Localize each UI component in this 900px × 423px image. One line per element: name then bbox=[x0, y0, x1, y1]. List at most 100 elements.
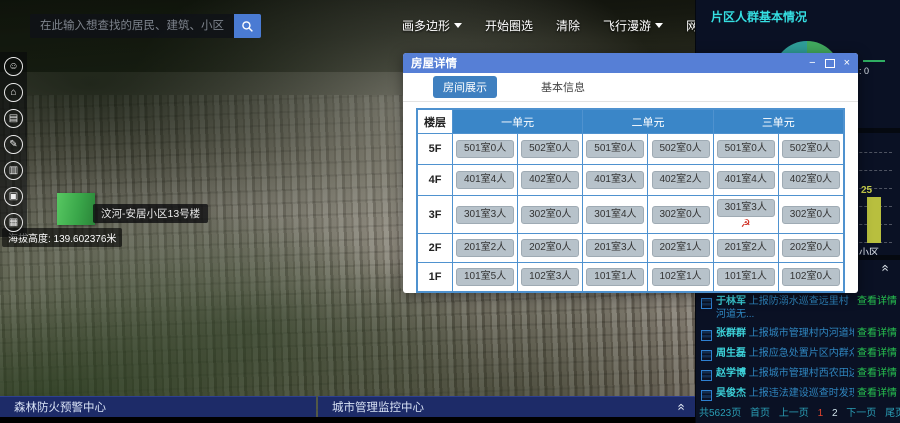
room-button[interactable]: 501室0人 bbox=[586, 140, 644, 158]
room-button[interactable]: 201室3人 bbox=[586, 239, 644, 257]
map-tool-grid[interactable]: ▦ bbox=[4, 213, 23, 232]
bar-community[interactable] bbox=[867, 197, 881, 243]
room-button[interactable]: 202室1人 bbox=[652, 239, 710, 257]
view-details-link[interactable]: 查看详情 bbox=[857, 295, 897, 308]
toolbar-draw-polygon[interactable]: 画多边形 bbox=[402, 17, 462, 34]
room-cell: 202室0人 bbox=[779, 234, 843, 262]
pagination-page-1[interactable]: 1 bbox=[818, 408, 824, 419]
toolbar-clear[interactable]: 清除 bbox=[556, 17, 580, 34]
report-item[interactable]: 赵学博 上报城市管理村西农田边上... 查看详情 bbox=[700, 367, 897, 381]
room-button[interactable]: 101室1人 bbox=[586, 268, 644, 286]
search-button[interactable] bbox=[234, 14, 261, 38]
bottom-bar-label: 森林防火预警中心 bbox=[14, 399, 106, 415]
bar-value-label: 25 bbox=[861, 185, 872, 196]
grid-icon: ▦ bbox=[9, 217, 18, 228]
room-button[interactable]: 402室2人 bbox=[652, 171, 710, 189]
tab-basic-info[interactable]: 基本信息 bbox=[531, 76, 595, 98]
room-table: 楼层 一单元 二单元 三单元 5F 501室0人 502室0人 501室0人 5… bbox=[416, 108, 845, 293]
view-details-link[interactable]: 查看详情 bbox=[857, 367, 897, 380]
room-cell: 302室0人 bbox=[779, 196, 843, 233]
collapse-chevron-icon[interactable]: « bbox=[879, 264, 891, 271]
view-details-link[interactable]: 查看详情 bbox=[857, 327, 897, 340]
room-button[interactable]: 102室1人 bbox=[652, 268, 710, 286]
room-cell: 401室4人 bbox=[714, 165, 778, 195]
pagination-page-2[interactable]: 2 bbox=[832, 408, 838, 419]
room-button[interactable]: 201室2人 bbox=[717, 239, 775, 257]
room-cell: 402室2人 bbox=[648, 165, 712, 195]
toolbar-fly-roam[interactable]: 飞行漫游 bbox=[603, 17, 663, 34]
floor-label: 3F bbox=[418, 196, 452, 233]
bottom-bar-forest-fire-center[interactable]: 森林防火预警中心 bbox=[0, 396, 316, 417]
room-button[interactable]: 101室1人 bbox=[717, 268, 775, 286]
minimize-button[interactable]: − bbox=[809, 58, 815, 69]
room-button[interactable]: 402室0人 bbox=[782, 171, 840, 189]
bottom-bar-city-monitor-center[interactable]: 城市管理监控中心 « bbox=[318, 396, 695, 417]
room-cell: 301室4人 bbox=[583, 196, 647, 233]
room-button[interactable]: 401室3人 bbox=[586, 171, 644, 189]
room-cell: 102室3人 bbox=[518, 263, 582, 291]
pagination-prev[interactable]: 上一页 bbox=[779, 408, 809, 419]
modal-titlebar[interactable]: 房屋详情 − × bbox=[403, 53, 858, 73]
room-button[interactable]: 501室0人 bbox=[456, 140, 514, 158]
search-input[interactable] bbox=[30, 14, 234, 38]
floor-label: 1F bbox=[418, 263, 452, 291]
maximize-button[interactable] bbox=[825, 59, 835, 68]
report-item[interactable]: 张群群 上报城市管理村内河道地势... 查看详情 bbox=[700, 327, 897, 341]
caret-down-icon bbox=[454, 23, 462, 28]
user-icon: ☺ bbox=[8, 61, 18, 72]
room-cell: 101室1人 bbox=[714, 263, 778, 291]
room-button[interactable]: 302室0人 bbox=[521, 206, 579, 224]
room-button[interactable]: 202室0人 bbox=[782, 239, 840, 257]
view-details-link[interactable]: 查看详情 bbox=[857, 347, 897, 360]
map-tool-draw[interactable]: ✎ bbox=[4, 135, 23, 154]
map-tool-camera[interactable]: ▣ bbox=[4, 187, 23, 206]
map-tool-document[interactable]: ▥ bbox=[4, 161, 23, 180]
room-button[interactable]: 102室0人 bbox=[782, 268, 840, 286]
room-button[interactable]: 302室0人 bbox=[652, 206, 710, 224]
room-button[interactable]: 301室3人 bbox=[456, 206, 514, 224]
report-item[interactable]: 吴俊杰 上报违法建设巡查时发现有... 查看详情 bbox=[700, 387, 897, 401]
map-tool-user[interactable]: ☺ bbox=[4, 57, 23, 76]
pagination-last[interactable]: 尾页 bbox=[885, 408, 900, 419]
search-icon bbox=[241, 20, 254, 33]
room-button[interactable]: 302室0人 bbox=[782, 206, 840, 224]
room-button[interactable]: 101室5人 bbox=[456, 268, 514, 286]
room-button[interactable]: 301室3人 bbox=[717, 199, 775, 217]
room-button[interactable]: 502室0人 bbox=[782, 140, 840, 158]
view-details-link[interactable]: 查看详情 bbox=[857, 387, 897, 400]
map-tool-building[interactable]: ▤ bbox=[4, 109, 23, 128]
room-button[interactable]: 202室0人 bbox=[521, 239, 579, 257]
reporter-name: 于林军 bbox=[716, 296, 746, 307]
tab-room-display[interactable]: 房间展示 bbox=[433, 76, 497, 98]
caret-down-icon bbox=[655, 23, 663, 28]
room-cell: 102室1人 bbox=[648, 263, 712, 291]
room-button[interactable]: 502室0人 bbox=[652, 140, 710, 158]
report-icon bbox=[701, 298, 712, 309]
room-cell: 501室0人 bbox=[583, 134, 647, 164]
report-item[interactable]: 周生磊 上报应急处置片区内群众单... 查看详情 bbox=[700, 347, 897, 361]
modal-title: 房屋详情 bbox=[411, 55, 457, 71]
map-tool-home[interactable]: ⌂ bbox=[4, 83, 23, 102]
collapse-chevron-icon[interactable]: « bbox=[675, 403, 687, 410]
pagination-total: 共5623页 bbox=[699, 408, 741, 419]
reporter-name: 赵学博 bbox=[716, 368, 746, 379]
room-button[interactable]: 402室0人 bbox=[521, 171, 579, 189]
toolbar-label: 画多边形 bbox=[402, 17, 450, 34]
room-button[interactable]: 401室4人 bbox=[717, 171, 775, 189]
room-button[interactable]: 502室0人 bbox=[521, 140, 579, 158]
room-cell: 402室0人 bbox=[779, 165, 843, 195]
room-button[interactable]: 201室2人 bbox=[456, 239, 514, 257]
room-button[interactable]: 301室4人 bbox=[586, 206, 644, 224]
pagination: 共5623页 首页 上一页 1 2 下一页 尾页 bbox=[696, 404, 900, 419]
pagination-next[interactable]: 下一页 bbox=[846, 408, 876, 419]
room-button[interactable]: 401室4人 bbox=[456, 171, 514, 189]
toolbar-start-select[interactable]: 开始圈选 bbox=[485, 17, 533, 34]
highlighted-building[interactable] bbox=[57, 193, 95, 225]
report-text: 上报违法建设巡查时发现有... bbox=[749, 388, 854, 399]
room-button[interactable]: 102室3人 bbox=[521, 268, 579, 286]
pagination-first[interactable]: 首页 bbox=[750, 408, 770, 419]
room-button[interactable]: 501室0人 bbox=[717, 140, 775, 158]
close-button[interactable]: × bbox=[844, 58, 850, 69]
report-item[interactable]: 于林军 上报防溺水巡查远里村河道无... 查看详情 bbox=[700, 295, 897, 321]
legend-accent bbox=[863, 60, 885, 62]
